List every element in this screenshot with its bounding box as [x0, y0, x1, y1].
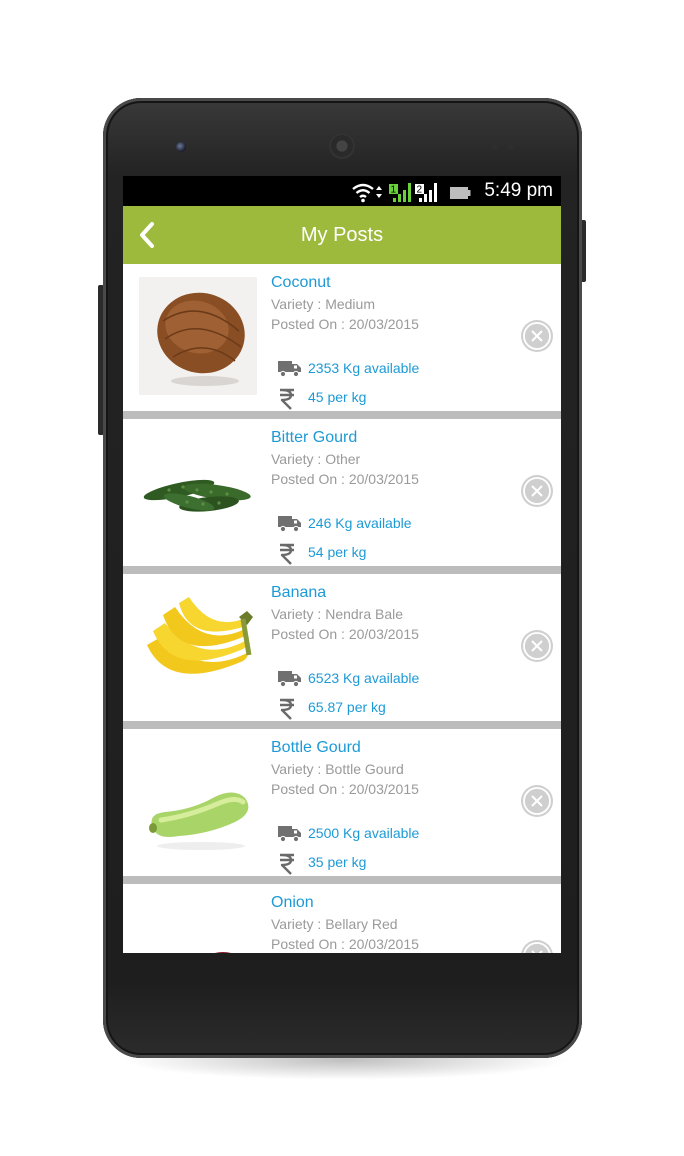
- wifi-icon: [352, 183, 382, 203]
- close-icon: [523, 942, 551, 953]
- post-card[interactable]: Onion Variety : Bellary Red Posted On : …: [123, 884, 561, 953]
- app-bar: My Posts: [123, 206, 561, 264]
- remove-post-button[interactable]: [521, 940, 553, 953]
- posted-date: Posted On : 20/03/2015: [271, 626, 419, 642]
- bottle-gourd-image: [149, 792, 249, 850]
- posted-date: Posted On : 20/03/2015: [271, 316, 419, 332]
- truck-icon: [278, 671, 301, 688]
- bitter-gourd-image: [143, 479, 251, 512]
- rupee-icon: [280, 388, 294, 410]
- truck-icon: [278, 516, 301, 533]
- status-bar: 1 2 5:49 pm: [123, 176, 561, 206]
- banana-image: [147, 597, 253, 674]
- product-name[interactable]: Bitter Gourd: [271, 429, 511, 449]
- close-icon: [523, 787, 551, 815]
- product-variety: Variety : Other: [271, 451, 361, 467]
- post-card[interactable]: Bitter Gourd Variety : Other Posted On :…: [123, 419, 561, 574]
- light-sensor: [508, 144, 514, 150]
- price-per-kg: 35 per kg: [308, 854, 367, 870]
- remove-post-button[interactable]: [521, 630, 553, 662]
- signal-sim2-icon: 2: [415, 183, 437, 202]
- truck-icon: [278, 826, 301, 843]
- coconut-image: [139, 277, 257, 395]
- posts-list: Coconut Variety : Medium Posted On : 20/…: [123, 264, 561, 953]
- price-per-kg: 65.87 per kg: [308, 699, 386, 715]
- post-card[interactable]: Banana Variety : Nendra Bale Posted On :…: [123, 574, 561, 729]
- earpiece-speaker: [329, 133, 355, 159]
- sim2-label: 2: [417, 185, 423, 196]
- close-icon: [523, 322, 551, 350]
- product-name[interactable]: Coconut: [271, 274, 511, 294]
- product-name[interactable]: Banana: [271, 584, 511, 604]
- front-camera: [176, 142, 186, 152]
- battery-icon: [450, 187, 471, 199]
- quantity-available: 2500 Kg available: [308, 825, 420, 841]
- product-variety: Variety : Nendra Bale: [271, 606, 404, 622]
- quantity-available: 6523 Kg available: [308, 670, 420, 686]
- truck-icon: [278, 361, 301, 378]
- rupee-icon: [280, 853, 294, 875]
- close-icon: [523, 477, 551, 505]
- product-name[interactable]: Onion: [271, 894, 511, 914]
- product-variety: Variety : Medium: [271, 296, 375, 312]
- page-title: My Posts: [300, 224, 384, 246]
- status-time: 5:49 pm: [484, 180, 553, 201]
- status-icons: 1 2: [352, 183, 471, 203]
- close-icon: [523, 632, 551, 660]
- rupee-icon: [280, 698, 294, 720]
- signal-sim1-icon: 1: [389, 183, 411, 202]
- posted-date: Posted On : 20/03/2015: [271, 781, 419, 797]
- quantity-available: 246 Kg available: [308, 515, 412, 531]
- product-name[interactable]: Bottle Gourd: [271, 739, 511, 759]
- posted-date: Posted On : 20/03/2015: [271, 936, 419, 952]
- product-variety: Variety : Bottle Gourd: [271, 761, 404, 777]
- price-per-kg: 54 per kg: [308, 544, 367, 560]
- remove-post-button[interactable]: [521, 320, 553, 352]
- posted-date: Posted On : 20/03/2015: [271, 471, 419, 487]
- rupee-icon: [280, 543, 294, 565]
- product-variety: Variety : Bellary Red: [271, 916, 398, 932]
- remove-post-button[interactable]: [521, 785, 553, 817]
- sim1-label: 1: [391, 185, 397, 196]
- price-per-kg: 45 per kg: [308, 389, 367, 405]
- post-card[interactable]: Bottle Gourd Variety : Bottle Gourd Post…: [123, 729, 561, 884]
- proximity-sensor: [492, 144, 498, 150]
- onion-image: [214, 952, 232, 953]
- post-card[interactable]: Coconut Variety : Medium Posted On : 20/…: [123, 264, 561, 419]
- screen: 1 2 5:49 pm My Posts Coconut Variety: M…: [123, 176, 561, 953]
- remove-post-button[interactable]: [521, 475, 553, 507]
- quantity-available: 2353 Kg available: [308, 360, 420, 376]
